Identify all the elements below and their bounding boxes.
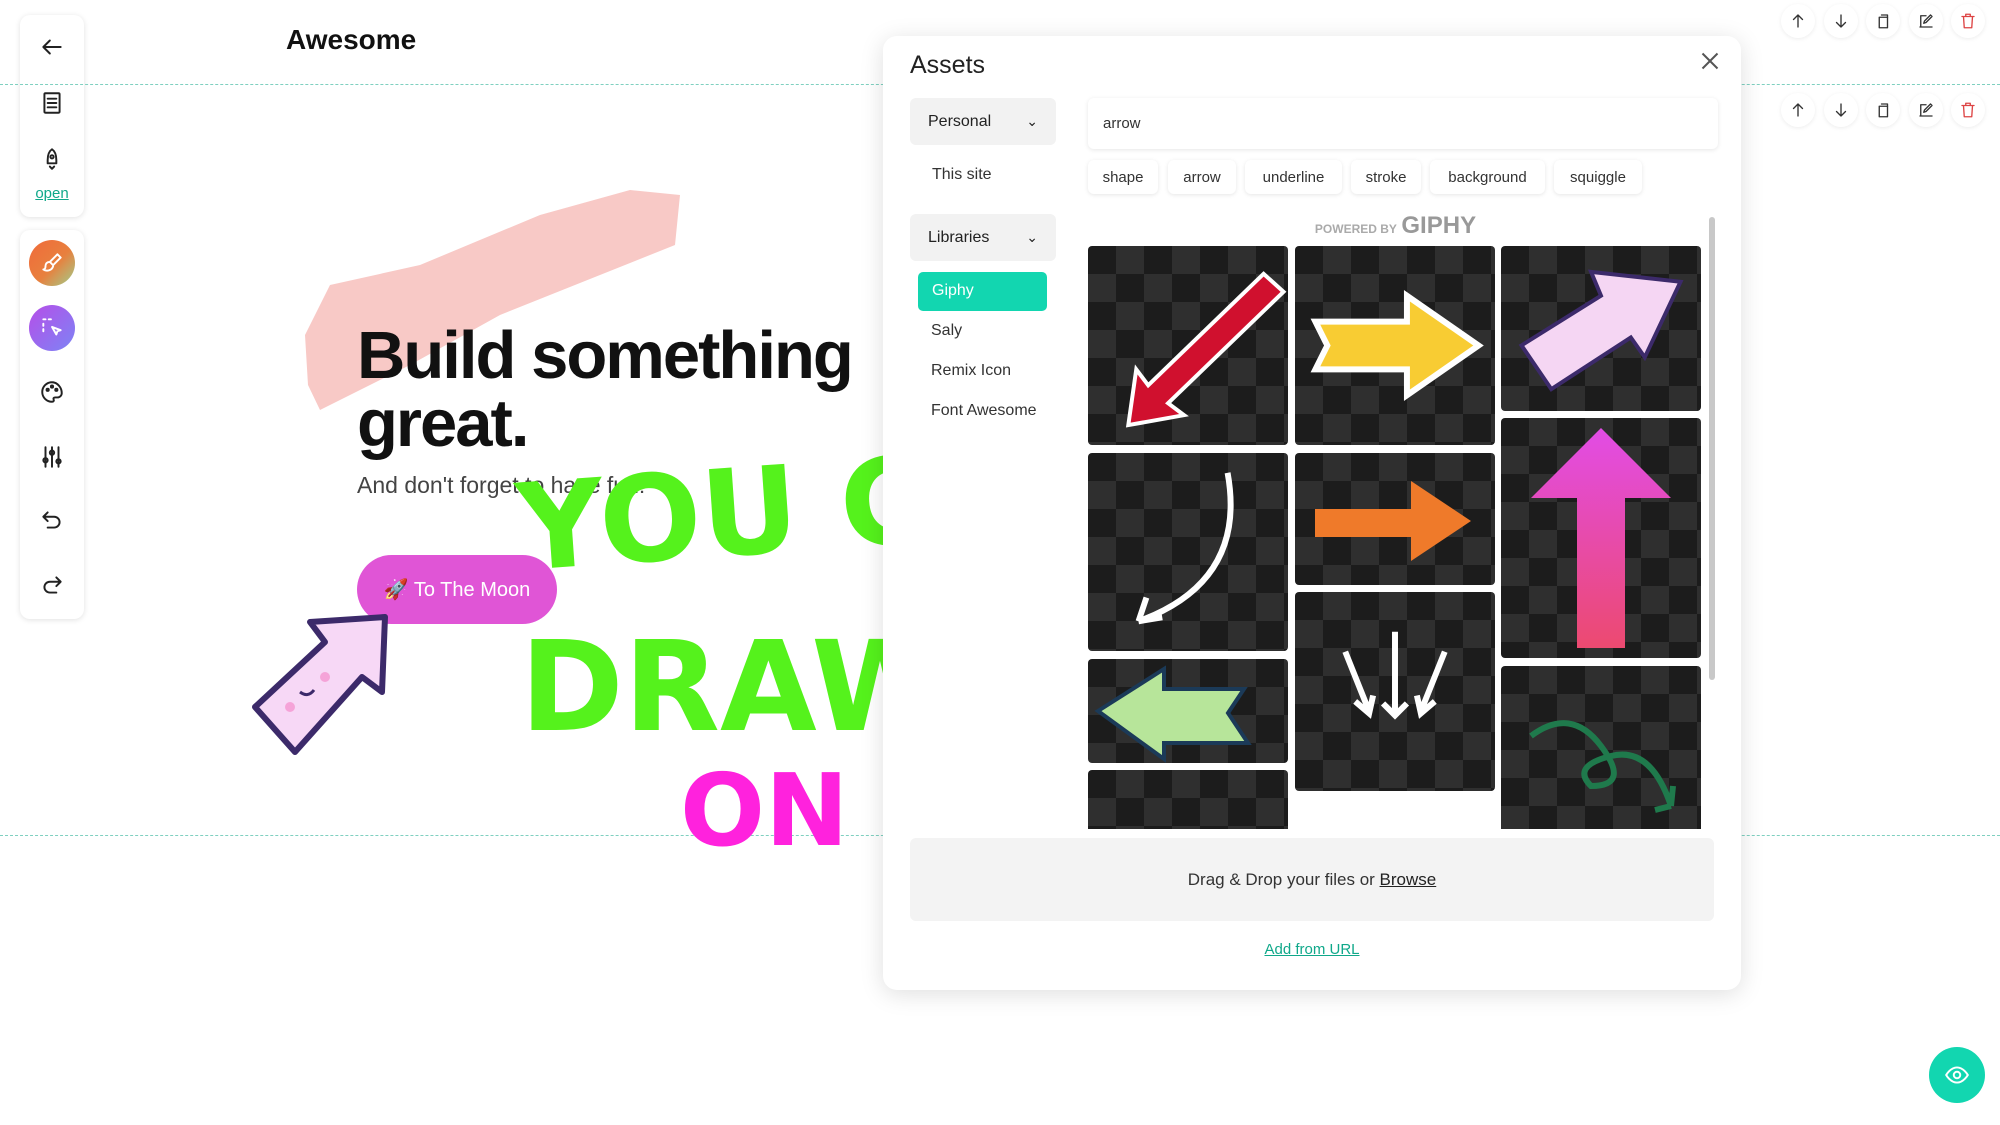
tag-background[interactable]: background — [1430, 160, 1545, 194]
back-button[interactable] — [32, 27, 72, 67]
gif-magenta-up-arrow[interactable] — [1501, 418, 1701, 658]
drawing-line-3: ON — [680, 752, 849, 860]
move-up-button[interactable] — [1781, 93, 1815, 127]
gif-white-curved-arrow[interactable] — [1088, 453, 1288, 651]
arrow-left-icon — [42, 39, 62, 55]
publish-button[interactable] — [32, 139, 72, 179]
copy-icon — [1878, 14, 1889, 29]
powered-by-giphy: POWERED BY GIPHY — [1088, 212, 1703, 240]
chevron-down-icon: ⌄ — [1026, 113, 1038, 129]
assets-title: Assets — [910, 51, 986, 79]
libraries-label: Libraries — [928, 228, 990, 246]
select-button[interactable] — [29, 305, 75, 351]
toolbar-top-group: open — [20, 15, 84, 217]
personal-dropdown[interactable]: Personal ⌄ — [910, 98, 1056, 145]
drawing-overlay: YOU C DRAW ON — [510, 440, 883, 860]
delete-button[interactable] — [1951, 4, 1985, 38]
edit-button[interactable] — [1909, 93, 1943, 127]
gif-orange-arrow[interactable] — [1295, 453, 1495, 585]
page-icon — [43, 92, 61, 114]
edit-icon — [1919, 103, 1933, 117]
giphy-results-grid — [883, 246, 1741, 829]
chevron-down-icon: ⌄ — [1026, 229, 1038, 245]
this-site-item[interactable]: This site — [932, 166, 992, 184]
heading-line-1: Build something — [357, 318, 854, 393]
tag-shape[interactable]: shape — [1088, 160, 1158, 194]
undo-icon — [42, 511, 61, 529]
personal-label: Personal — [928, 112, 992, 130]
gif-partial[interactable] — [1088, 770, 1288, 829]
assets-panel: Assets Personal ⌄ This site Libraries ⌄ Gi… — [883, 36, 1741, 990]
arrow-down-icon — [1835, 103, 1847, 117]
browse-link[interactable]: Browse — [1380, 870, 1437, 890]
gif-yellow-arrow[interactable] — [1295, 246, 1495, 445]
close-icon — [1701, 52, 1719, 70]
pink-arrow-sticker — [252, 614, 388, 755]
duplicate-button[interactable] — [1866, 93, 1900, 127]
redo-icon — [43, 576, 62, 594]
toolbar-tools-group — [20, 230, 84, 619]
dropzone[interactable]: Drag & Drop your files or Browse — [910, 838, 1714, 921]
trash-icon — [1961, 13, 1975, 29]
tag-arrow[interactable]: arrow — [1168, 160, 1236, 194]
edit-icon — [1919, 14, 1933, 28]
move-up-button[interactable] — [1781, 4, 1815, 38]
hero-heading: Build something great. — [357, 318, 854, 458]
palette-icon — [41, 381, 63, 403]
move-down-button[interactable] — [1824, 93, 1858, 127]
rocket-icon — [46, 148, 58, 170]
close-button[interactable] — [1695, 46, 1725, 76]
arrow-up-icon — [1792, 14, 1804, 28]
squiggle-arrow-image — [1529, 720, 1676, 813]
delete-button[interactable] — [1951, 93, 1985, 127]
three-arrows-image — [1342, 631, 1448, 720]
up-arrow-image — [1531, 428, 1671, 648]
undo-button[interactable] — [32, 500, 72, 540]
powered-by-label: POWERED BY — [1314, 222, 1397, 236]
giphy-logo: GIPHY — [1401, 212, 1477, 239]
gif-green-squiggle-arrow[interactable] — [1501, 666, 1701, 829]
yellow-arrow-image — [1310, 290, 1484, 401]
asset-search-input[interactable] — [1088, 98, 1718, 149]
brush-button[interactable] — [29, 240, 75, 286]
arrow-up-icon — [1792, 103, 1804, 117]
tag-squiggle[interactable]: squiggle — [1554, 160, 1642, 194]
dropzone-text: Drag & Drop your files or — [1187, 869, 1380, 889]
brush-icon — [42, 253, 62, 272]
tag-stroke[interactable]: stroke — [1351, 160, 1421, 194]
theme-button[interactable] — [32, 372, 72, 412]
redo-button[interactable] — [32, 565, 72, 605]
gif-red-arrow[interactable] — [1088, 246, 1288, 445]
gif-three-arrows[interactable] — [1295, 592, 1495, 791]
eye-icon — [1945, 1066, 1969, 1084]
tag-underline[interactable]: underline — [1245, 160, 1342, 194]
orange-arrow-image — [1315, 481, 1471, 561]
green-arrow-image — [1094, 665, 1252, 763]
add-from-url-link[interactable]: Add from URL — [910, 941, 1714, 958]
copy-icon — [1878, 103, 1889, 118]
sliders-icon — [42, 446, 62, 468]
pages-button[interactable] — [32, 83, 72, 123]
results-scrollbar[interactable] — [1709, 217, 1715, 680]
red-arrow-image — [1125, 271, 1287, 428]
duplicate-button[interactable] — [1866, 4, 1900, 38]
gif-pink-arrow[interactable] — [1501, 246, 1701, 411]
site-title: Awesome — [286, 24, 417, 55]
edit-button[interactable] — [1909, 4, 1943, 38]
move-down-button[interactable] — [1824, 4, 1858, 38]
trash-icon — [1961, 102, 1975, 118]
select-cursor-icon — [42, 318, 62, 336]
arrow-down-icon — [1835, 14, 1847, 28]
open-link[interactable]: open — [20, 185, 84, 202]
drawing-line-2: DRAW — [520, 615, 883, 760]
preview-button[interactable] — [1929, 1047, 1985, 1103]
settings-button[interactable] — [32, 437, 72, 477]
pink-arrow-image — [1518, 269, 1684, 392]
drawing-line-1: YOU C — [510, 440, 883, 599]
curved-arrow-image — [1135, 472, 1234, 625]
gif-green-arrow[interactable] — [1088, 659, 1288, 763]
